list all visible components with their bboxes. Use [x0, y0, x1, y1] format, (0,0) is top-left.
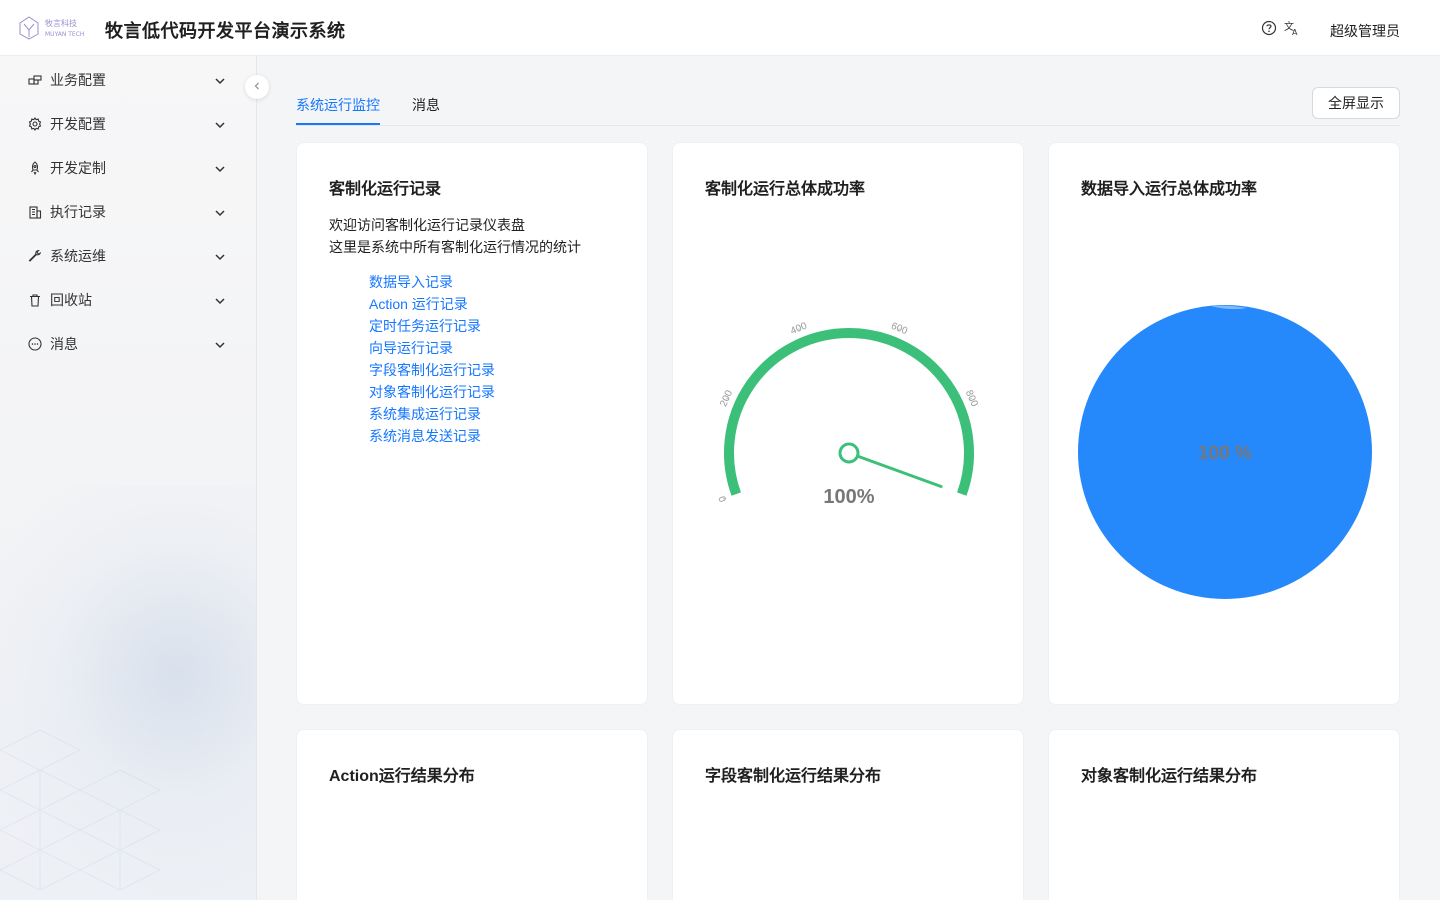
card-description: 欢迎访问客制化运行记录仪表盘 这里是系统中所有客制化运行情况的统计: [329, 214, 581, 258]
sidebar-item-messages[interactable]: 消息: [0, 322, 256, 366]
sidebar-menu: 业务配置 开发配置 开发定制 执行记录 系统运维 回收站 消息: [0, 58, 256, 366]
chevron-left-icon: [252, 78, 262, 96]
card-custom-records: 客制化运行记录 欢迎访问客制化运行记录仪表盘 这里是系统中所有客制化运行情况的统…: [296, 142, 648, 705]
link-field-custom-records[interactable]: 字段客制化运行记录: [369, 362, 495, 378]
sidebar-item-recycle-bin[interactable]: 回收站: [0, 278, 256, 322]
tab-bar: 系统运行监控 消息: [296, 80, 1400, 126]
card-action-distribution: Action运行结果分布: [296, 729, 648, 900]
tab-system-monitor[interactable]: 系统运行监控: [296, 95, 380, 115]
card-import-success-rate: 数据导入运行总体成功率 100 %: [1048, 142, 1400, 705]
sidebar-item-dev-config[interactable]: 开发配置: [0, 102, 256, 146]
gear-icon: [28, 117, 42, 131]
chevron-down-icon: [214, 294, 226, 306]
record-link-list: 数据导入记录 Action 运行记录 定时任务运行记录 向导运行记录 字段客制化…: [369, 271, 495, 447]
gauge-chart: 0 200 400 600 800 100%: [717, 320, 980, 508]
svg-text:A: A: [1292, 28, 1298, 36]
gauge-needle-hub: [838, 442, 860, 464]
sidebar-item-label: 业务配置: [50, 72, 106, 88]
sidebar-collapse-button[interactable]: [245, 75, 269, 99]
pie-chart: 100 %: [1078, 305, 1372, 599]
gauge-value-label: 100%: [823, 486, 874, 508]
card-title: 对象客制化运行结果分布: [1081, 768, 1258, 785]
gauge-tick-label: 200: [718, 388, 735, 408]
link-object-custom-records[interactable]: 对象客制化运行记录: [369, 384, 495, 400]
wrench-icon: [28, 249, 42, 263]
sidebar-item-label: 消息: [50, 336, 78, 352]
card-title: 客制化运行记录: [329, 181, 442, 198]
chevron-down-icon: [214, 206, 226, 218]
gauge-needle: [847, 451, 943, 489]
sidebar-item-dev-custom[interactable]: 开发定制: [0, 146, 256, 190]
active-tab-indicator: [296, 123, 380, 125]
sidebar-item-label: 执行记录: [50, 204, 106, 220]
sidebar-item-exec-records[interactable]: 执行记录: [0, 190, 256, 234]
chevron-down-icon: [214, 250, 226, 262]
gauge-arc: [724, 328, 974, 496]
fullscreen-button[interactable]: 全屏显示: [1312, 87, 1400, 119]
sidebar-item-label: 回收站: [50, 292, 92, 308]
top-header: 牧言科技 MUYAN TECH 牧言低代码开发平台演示系统 文 A 超级管理员: [0, 0, 1440, 56]
gauge-tick-label: 0: [717, 494, 729, 503]
gauge-tick-label: 600: [889, 321, 909, 338]
chevron-down-icon: [214, 162, 226, 174]
link-wizard-records[interactable]: 向导运行记录: [369, 340, 453, 356]
chevron-down-icon: [214, 74, 226, 86]
gauge-tick-label: 800: [963, 389, 980, 409]
sidebar-item-label: 开发配置: [50, 116, 106, 132]
message-icon: [28, 337, 42, 351]
translate-icon[interactable]: 文 A: [1284, 20, 1300, 37]
rocket-icon: [28, 161, 42, 176]
sidebar-item-business-config[interactable]: 业务配置: [0, 58, 256, 102]
description-line: 这里是系统中所有客制化运行情况的统计: [329, 239, 581, 255]
link-action-records[interactable]: Action 运行记录: [369, 296, 468, 312]
gauge-tick-label: 400: [789, 320, 809, 337]
link-integration-records[interactable]: 系统集成运行记录: [369, 406, 481, 422]
tab-messages[interactable]: 消息: [412, 95, 440, 115]
card-field-distribution: 字段客制化运行结果分布: [672, 729, 1024, 900]
pie-value-label: 100 %: [1198, 443, 1252, 464]
chevron-down-icon: [214, 118, 226, 130]
sidebar: 业务配置 开发配置 开发定制 执行记录 系统运维 回收站 消息: [0, 56, 257, 900]
sidebar-item-label: 开发定制: [50, 160, 106, 176]
sidebar-item-label: 系统运维: [50, 248, 106, 264]
question-circle-icon[interactable]: [1261, 20, 1277, 36]
company-logo: 牧言科技 MUYAN TECH: [18, 14, 94, 40]
card-object-distribution: 对象客制化运行结果分布: [1048, 729, 1400, 900]
building-icon: [28, 205, 42, 219]
logo-en-text: MUYAN TECH: [45, 31, 84, 38]
sidebar-item-sys-ops[interactable]: 系统运维: [0, 234, 256, 278]
card-title: 字段客制化运行结果分布: [705, 768, 882, 785]
link-scheduled-task-records[interactable]: 定时任务运行记录: [369, 318, 481, 334]
card-title: Action运行结果分布: [329, 768, 475, 785]
sidebar-pattern: [0, 730, 161, 891]
card-custom-success-rate: 客制化运行总体成功率 0 200 400 600 800 100%: [672, 142, 1024, 705]
trash-icon: [28, 293, 42, 307]
chevron-down-icon: [214, 338, 226, 350]
link-message-send-records[interactable]: 系统消息发送记录: [369, 428, 481, 444]
logo-cn-text: 牧言科技: [45, 18, 77, 28]
app-title: 牧言低代码开发平台演示系统: [105, 21, 346, 41]
description-line: 欢迎访问客制化运行记录仪表盘: [329, 217, 525, 233]
link-data-import-records[interactable]: 数据导入记录: [369, 274, 453, 290]
business-config-icon: [28, 73, 42, 87]
user-menu[interactable]: 超级管理员: [1330, 21, 1400, 41]
